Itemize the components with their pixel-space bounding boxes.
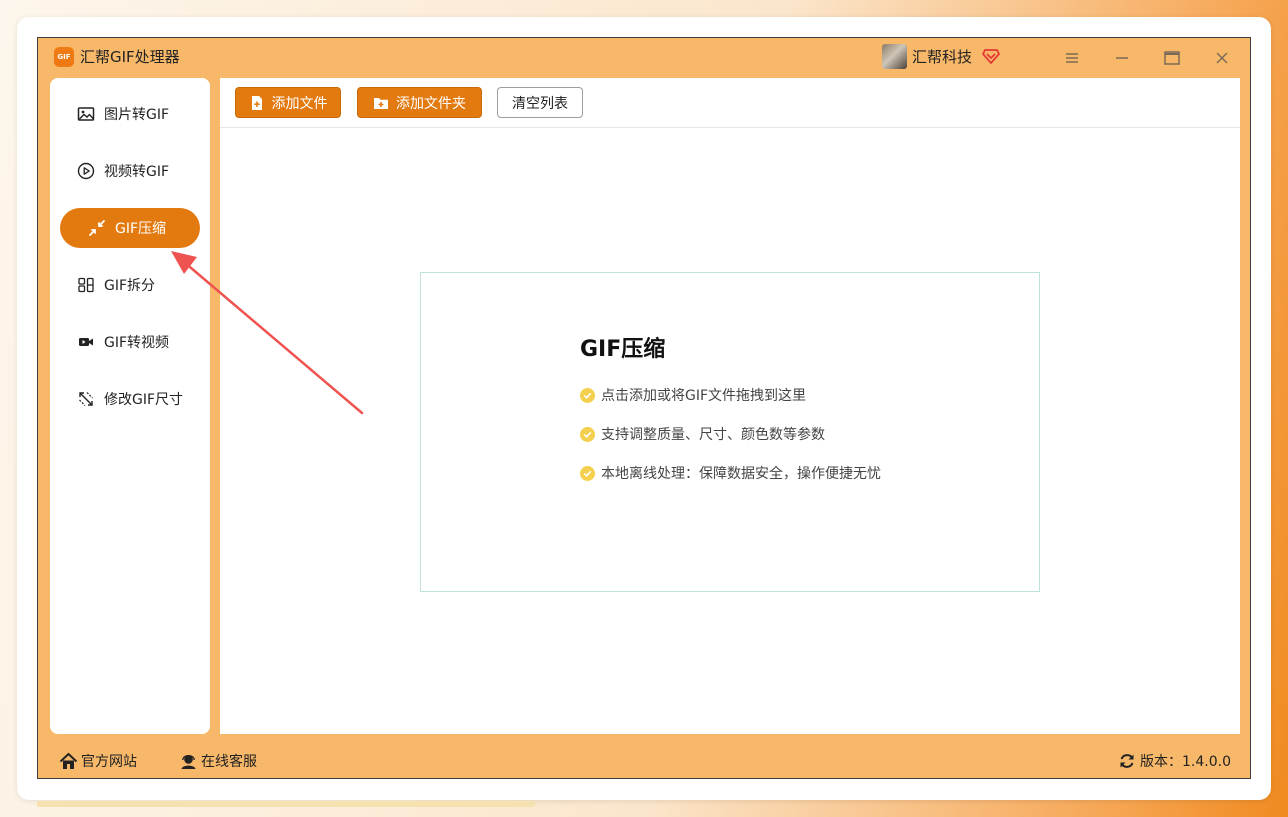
compress-icon (89, 220, 105, 236)
feature-item: 支持调整质量、尺寸、颜色数等参数 (580, 424, 825, 444)
image-icon (77, 107, 95, 121)
clear-list-label: 清空列表 (512, 95, 568, 112)
feature-item: 点击添加或将GIF文件拖拽到这里 (580, 385, 806, 405)
clear-list-button[interactable]: 清空列表 (497, 87, 583, 118)
status-bar: 官方网站 在线客服 版本：1.4.0.0 (38, 748, 1250, 778)
sidebar: 图片转GIF 视频转GIF GIF压缩 GIF拆分 GIF转视频 修改GIF尺寸 (50, 78, 210, 734)
official-site-label: 官方网站 (81, 754, 137, 770)
feature-item: 本地离线处理：保障数据安全，操作便捷无忧 (580, 463, 881, 483)
user-name[interactable]: 汇帮科技 (912, 47, 972, 67)
hamburger-icon (1066, 53, 1078, 63)
add-folder-label: 添加文件夹 (396, 95, 466, 112)
sidebar-item-label: 修改GIF尺寸 (104, 392, 184, 408)
refresh-icon (1120, 754, 1134, 768)
check-circle-icon (580, 387, 595, 403)
main-panel: 添加文件 添加文件夹 清空列表 GIF压缩 点击添加或将GIF文件拖拽到这里 支… (220, 78, 1240, 734)
add-file-button[interactable]: 添加文件 (235, 87, 341, 118)
sidebar-item-image-to-gif[interactable]: 图片转GIF (60, 94, 200, 134)
sidebar-item-label: GIF转视频 (104, 335, 170, 351)
check-circle-icon (580, 465, 595, 481)
sidebar-item-gif-compress[interactable]: GIF压缩 (60, 208, 200, 248)
customer-service-icon (181, 754, 196, 769)
drop-zone-title: GIF压缩 (580, 337, 666, 362)
sidebar-item-label: 视频转GIF (104, 164, 170, 180)
split-icon (78, 277, 94, 293)
sidebar-item-gif-split[interactable]: GIF拆分 (60, 265, 200, 305)
close-button[interactable] (1210, 46, 1234, 70)
title-bar: GIF 汇帮GIF处理器 汇帮科技 (38, 38, 1250, 78)
version-info[interactable]: 版本：1.4.0.0 (1118, 751, 1231, 771)
sidebar-item-resize-gif[interactable]: 修改GIF尺寸 (60, 379, 200, 419)
toolbar: 添加文件 添加文件夹 清空列表 (220, 78, 1240, 128)
add-folder-button[interactable]: 添加文件夹 (357, 87, 482, 118)
online-service-label: 在线客服 (201, 754, 257, 770)
feature-text: 点击添加或将GIF文件拖拽到这里 (601, 388, 807, 404)
maximize-icon (1164, 51, 1180, 65)
add-file-icon (251, 95, 262, 110)
menu-button[interactable] (1060, 46, 1084, 70)
close-icon (1216, 52, 1228, 64)
app-title: 汇帮GIF处理器 (80, 48, 180, 66)
app-window: GIF 汇帮GIF处理器 汇帮科技 图片转GIF 视频转GIF GIF压缩 GI… (37, 37, 1251, 779)
maximize-button[interactable] (1160, 46, 1184, 70)
resize-icon (79, 392, 93, 406)
sidebar-item-label: 图片转GIF (104, 107, 170, 123)
version-label: 版本：1.4.0.0 (1140, 754, 1231, 770)
video-camera-icon (79, 338, 93, 346)
sidebar-item-label: GIF拆分 (104, 278, 156, 294)
vip-diamond-icon[interactable] (982, 47, 1000, 65)
home-icon (59, 752, 78, 769)
feature-text: 本地离线处理：保障数据安全，操作便捷无忧 (601, 466, 881, 482)
user-avatar[interactable] (882, 44, 907, 69)
feature-text: 支持调整质量、尺寸、颜色数等参数 (601, 427, 825, 443)
check-circle-icon (580, 426, 595, 442)
app-logo: GIF (54, 47, 74, 67)
minimize-icon (1116, 57, 1128, 59)
minimize-button[interactable] (1110, 46, 1134, 70)
sidebar-item-label: GIF压缩 (115, 221, 167, 237)
card-footer-strip (37, 801, 535, 807)
file-drop-zone[interactable]: GIF压缩 点击添加或将GIF文件拖拽到这里 支持调整质量、尺寸、颜色数等参数 (420, 272, 1040, 592)
sidebar-item-video-to-gif[interactable]: 视频转GIF (60, 151, 200, 191)
play-circle-icon (77, 162, 95, 180)
sidebar-item-gif-to-video[interactable]: GIF转视频 (60, 322, 200, 362)
add-folder-icon (374, 97, 388, 109)
online-service-link[interactable]: 在线客服 (179, 751, 257, 771)
add-file-label: 添加文件 (271, 95, 328, 112)
official-site-link[interactable]: 官方网站 (59, 751, 137, 771)
